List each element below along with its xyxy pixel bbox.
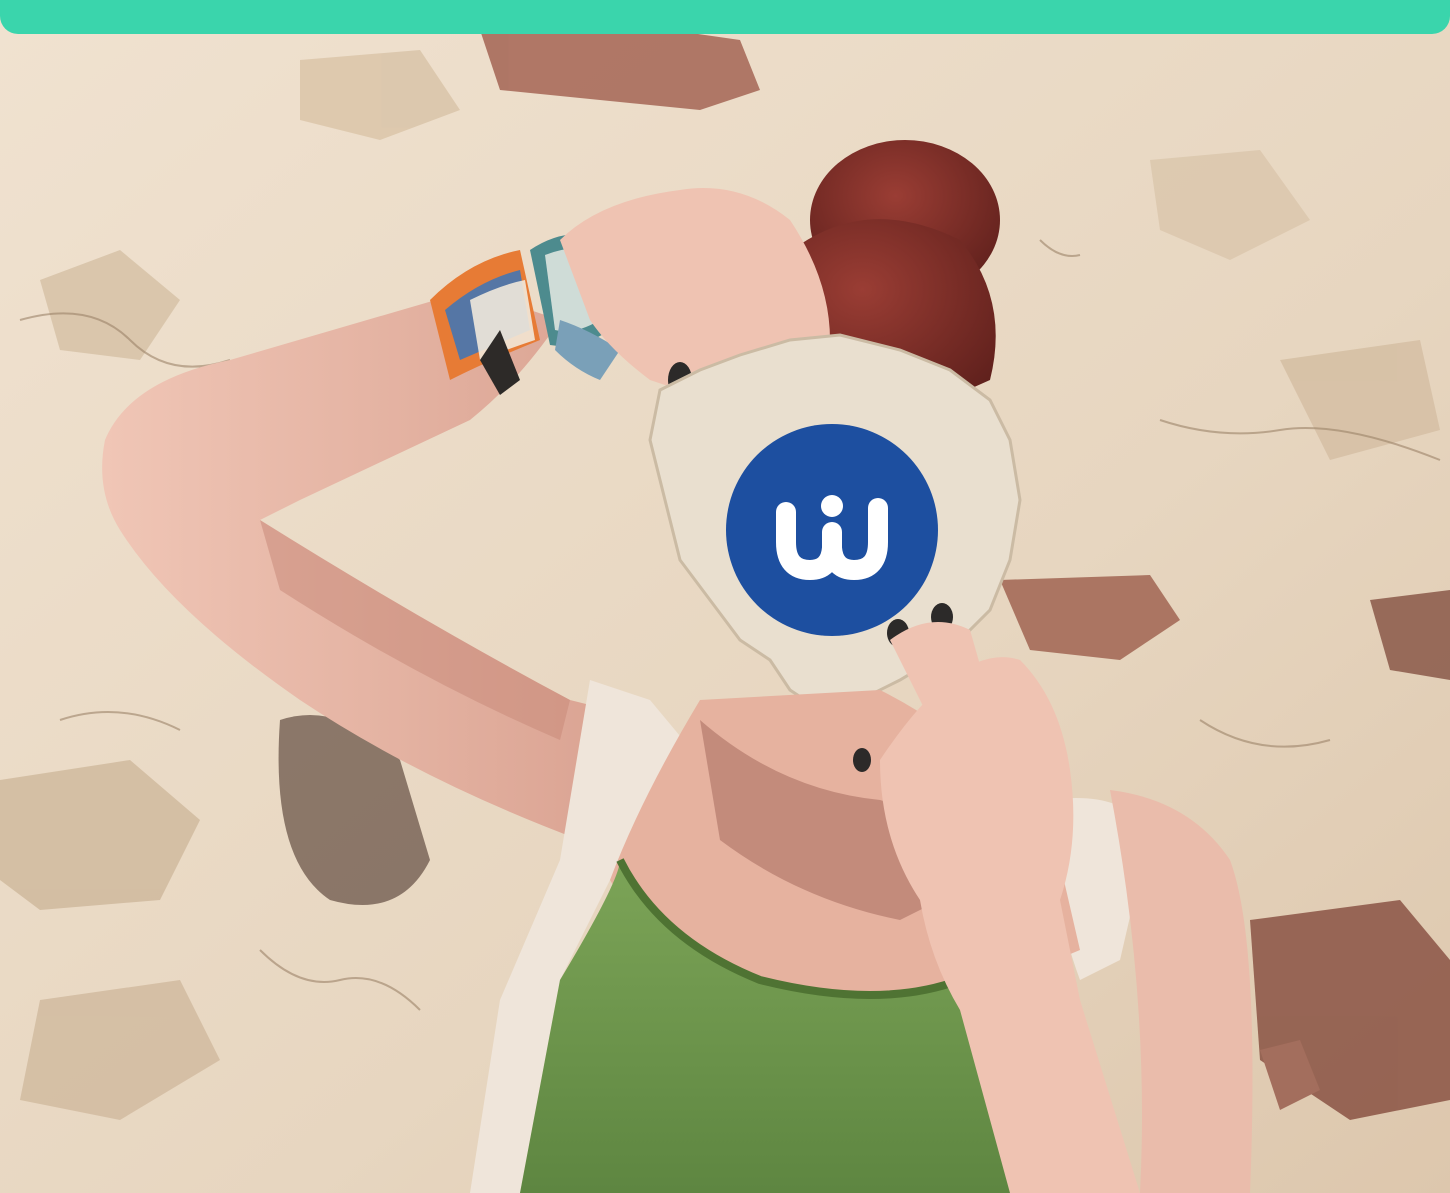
- photo: [0, 0, 1450, 1193]
- wi-logo-icon: [726, 424, 938, 636]
- image-frame: [0, 0, 1450, 1193]
- top-accent-bar: [0, 0, 1450, 34]
- logo-dot: [821, 495, 843, 517]
